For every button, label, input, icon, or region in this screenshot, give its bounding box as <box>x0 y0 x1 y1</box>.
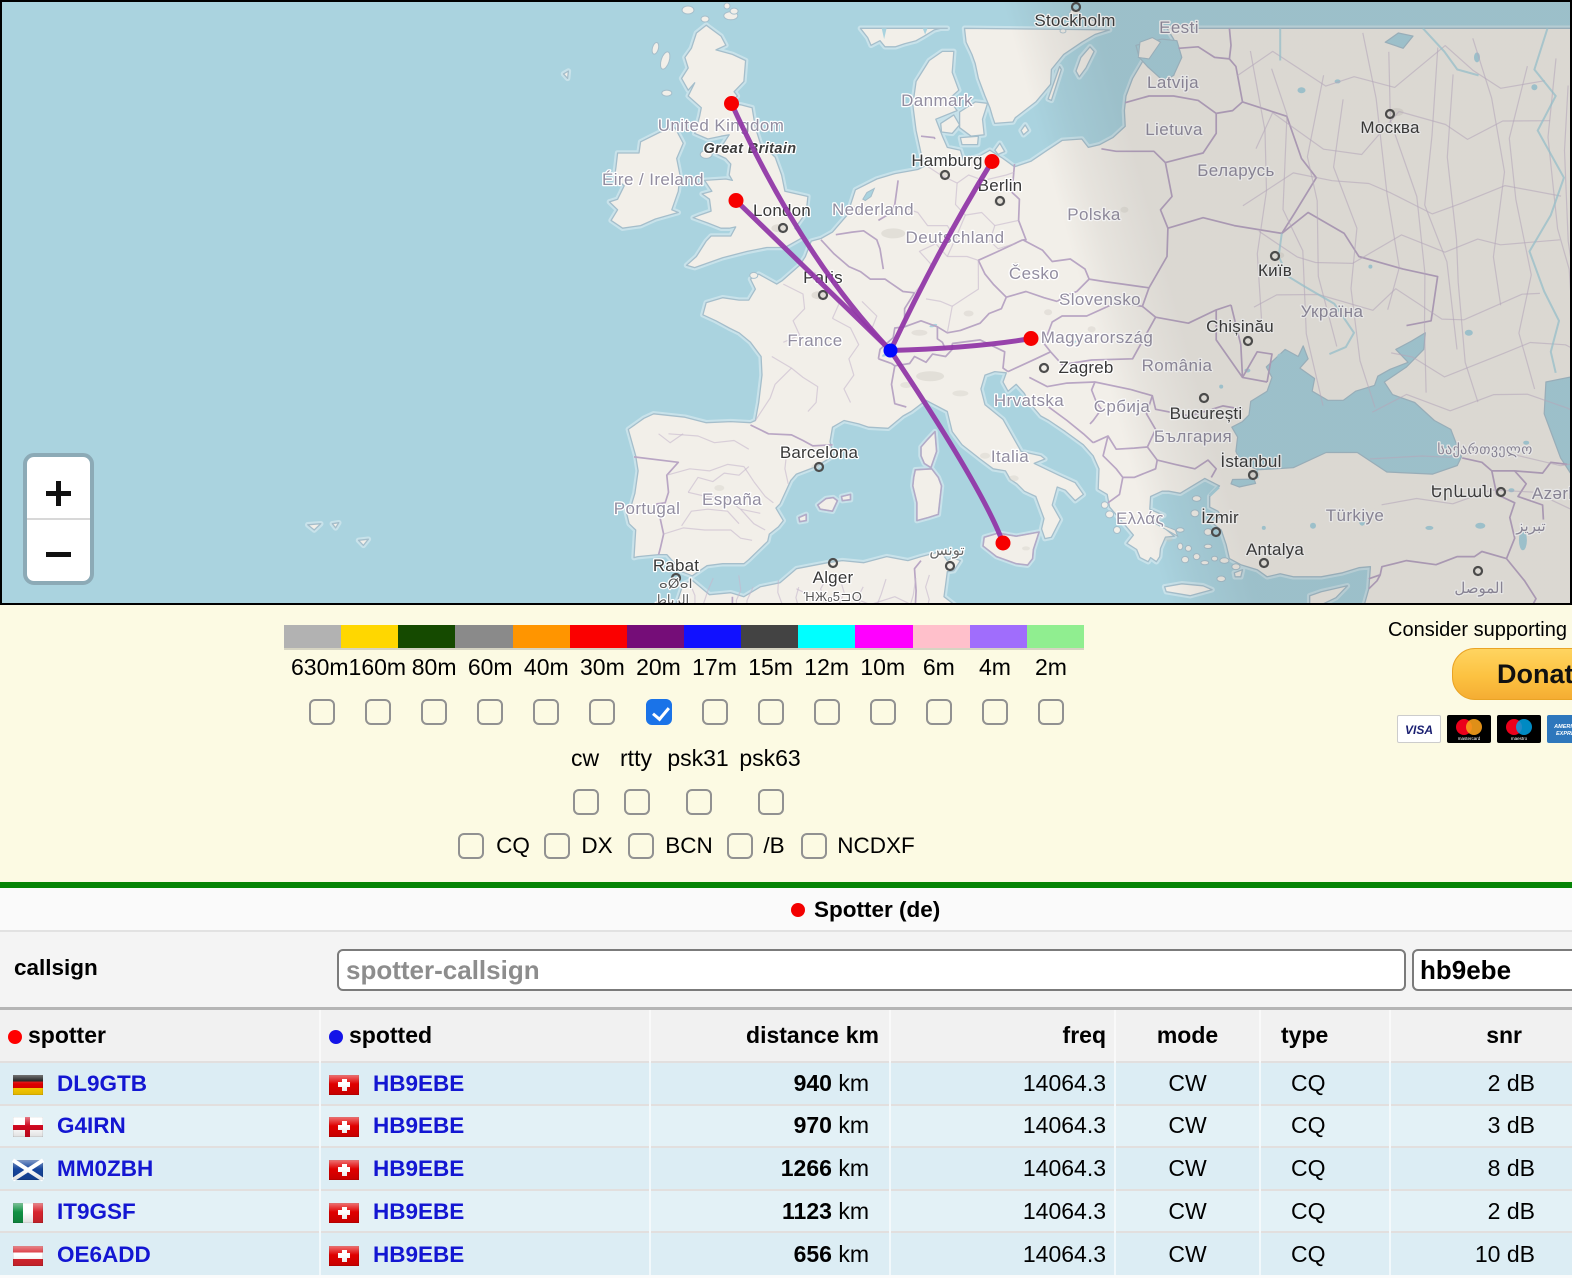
svg-text:VISA: VISA <box>1405 723 1433 737</box>
svg-text:AMERICAN: AMERICAN <box>1553 724 1572 730</box>
svg-text:mastercard: mastercard <box>1458 736 1481 741</box>
svg-text:EXPRESS: EXPRESS <box>1556 731 1572 737</box>
svg-text:maestro: maestro <box>1511 736 1528 741</box>
